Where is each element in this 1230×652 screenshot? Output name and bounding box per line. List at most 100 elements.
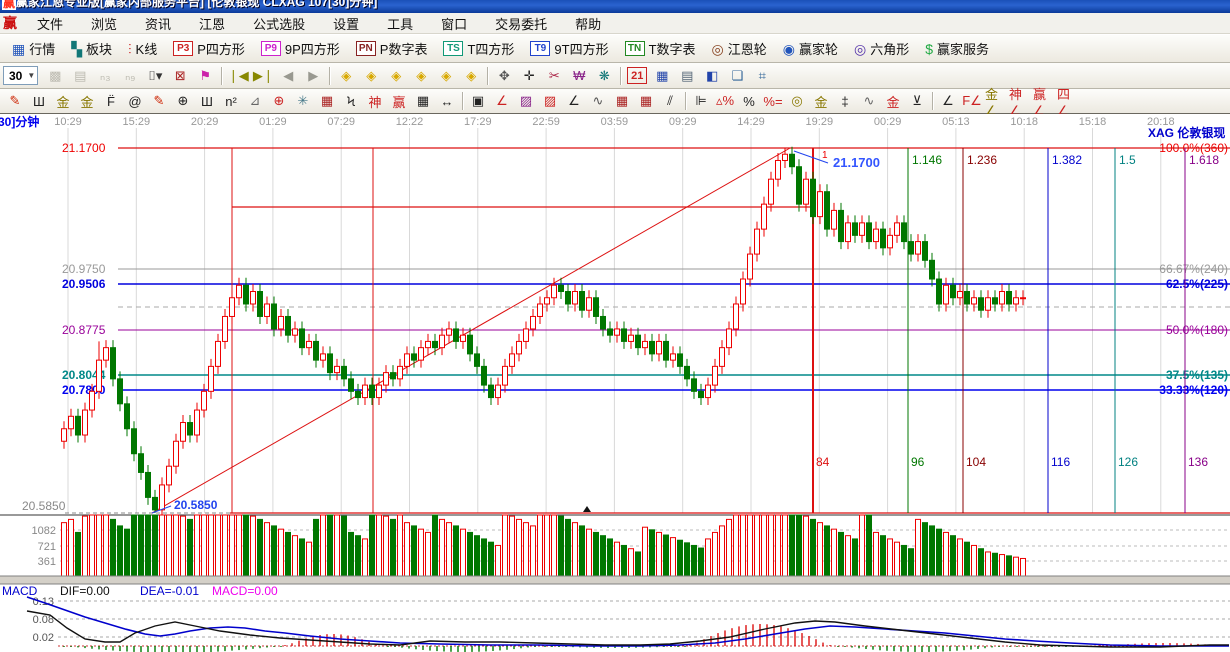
fan-box-icon[interactable]: ▨: [514, 91, 538, 112]
ruler123-icon[interactable]: ▦: [411, 91, 435, 112]
next-bar-icon[interactable]: ▶: [301, 65, 325, 86]
gold-line-icon[interactable]: 金: [809, 91, 833, 112]
shen-angle-icon[interactable]: 神∠: [1008, 91, 1032, 112]
sectors-button[interactable]: ▚板块: [63, 36, 120, 61]
dense-grid1-icon[interactable]: ▦: [610, 91, 634, 112]
price-chart-svg[interactable]: 10:2915:2920:2901:2907:2912:2217:2922:59…: [0, 114, 1230, 652]
bars3-icon[interactable]: ₙ₃: [93, 65, 117, 86]
angle-mirror-icon[interactable]: ⊿: [243, 91, 267, 112]
ying-comb-icon[interactable]: 赢: [387, 91, 411, 112]
f-angle-icon[interactable]: F∠: [960, 91, 984, 112]
menu-item-gann[interactable]: 江恩: [185, 12, 239, 35]
menu-item-window[interactable]: 窗口: [427, 12, 481, 35]
menu-item-browse[interactable]: 浏览: [77, 12, 131, 35]
crosshair-icon[interactable]: ✛: [517, 65, 541, 86]
star-burst-icon[interactable]: ✳: [291, 91, 315, 112]
scissors-icon[interactable]: ✂: [542, 65, 566, 86]
report-icon[interactable]: ▤: [68, 65, 92, 86]
prev-bar-icon[interactable]: ◀: [276, 65, 300, 86]
wave-channel-icon[interactable]: ∿: [857, 91, 881, 112]
kline-button[interactable]: ⫶K线: [120, 36, 165, 61]
bars9-icon[interactable]: ₙ₉: [118, 65, 142, 86]
menu-item-news[interactable]: 资讯: [131, 12, 185, 35]
first-bar-icon[interactable]: ❘◀: [226, 65, 250, 86]
parallel-lines-icon[interactable]: ⫽: [658, 91, 682, 112]
scale-ruler-icon[interactable]: ⊫: [689, 91, 713, 112]
quotes-button[interactable]: ▦行情: [4, 36, 63, 61]
calendar-icon[interactable]: 21: [627, 67, 647, 84]
gold-angle-icon[interactable]: 金∠: [984, 91, 1008, 112]
si-angle-icon[interactable]: 四∠: [1056, 91, 1080, 112]
percent-slash-icon[interactable]: ▵%: [713, 91, 737, 112]
gann-target-icon[interactable]: ⊕: [267, 91, 291, 112]
cycle-circle-icon[interactable]: ⊕: [171, 91, 195, 112]
menu-item-settings[interactable]: 设置: [319, 12, 373, 35]
t9-square-button[interactable]: T99T四方形: [522, 36, 616, 61]
menu-item-stock-picker[interactable]: 公式选股: [239, 12, 319, 35]
computer-icon[interactable]: ⌗: [750, 65, 774, 86]
brain-tool-icon[interactable]: ❋: [592, 65, 616, 86]
color-flag-icon[interactable]: ⚑: [193, 65, 217, 86]
send-web-icon[interactable]: ❏: [725, 65, 749, 86]
gold-comb1-icon[interactable]: 金: [51, 91, 75, 112]
zigzag-icon[interactable]: ∿: [586, 91, 610, 112]
zoom-right-icon[interactable]: ◈: [359, 65, 383, 86]
t-square-button[interactable]: TST四方形: [435, 36, 522, 61]
winner-wheel-button[interactable]: ◉赢家轮: [775, 36, 846, 61]
fan-grid-icon[interactable]: ▨: [538, 91, 562, 112]
formula-restore-icon[interactable]: ⊠: [168, 65, 192, 86]
percent-icon[interactable]: %: [737, 91, 761, 112]
p-square-button[interactable]: P3P四方形: [165, 36, 253, 61]
box-select-icon[interactable]: ▣: [466, 91, 490, 112]
last-bar-icon[interactable]: ▶❘: [251, 65, 275, 86]
menu-item-trade-order[interactable]: 交易委托: [481, 12, 561, 35]
gann-comb-icon[interactable]: Ш: [27, 91, 51, 112]
hand-tool-icon[interactable]: ✥: [492, 65, 516, 86]
menu-item-help[interactable]: 帮助: [561, 12, 615, 35]
expand-icon[interactable]: ◈: [434, 65, 458, 86]
gold-underline-icon[interactable]: 金: [881, 91, 905, 112]
angle-set-icon[interactable]: ∠: [562, 91, 586, 112]
zoom-in-icon[interactable]: ◈: [384, 65, 408, 86]
t-number-table-button[interactable]: TNT数字表: [617, 36, 704, 61]
period-select[interactable]: 30 ▼: [3, 66, 38, 85]
gold-circle-icon[interactable]: ◎: [785, 91, 809, 112]
shen-comb-icon[interactable]: 神: [363, 91, 387, 112]
chart-area[interactable]: 10:2915:2920:2901:2907:2912:2217:2922:59…: [0, 114, 1230, 652]
zoom-out-icon[interactable]: ◈: [409, 65, 433, 86]
dense-grid2-icon[interactable]: ▦: [634, 91, 658, 112]
grid-burst-icon[interactable]: ▦: [315, 91, 339, 112]
menu-item-tools[interactable]: 工具: [373, 12, 427, 35]
winner-service-button[interactable]: $赢家服务: [917, 36, 997, 61]
calculator-icon[interactable]: ▦: [650, 65, 674, 86]
gann-net-icon[interactable]: ₩: [567, 65, 591, 86]
compress-icon[interactable]: ◈: [459, 65, 483, 86]
spiral-icon[interactable]: @: [123, 91, 147, 112]
hexagon-button[interactable]: ◎六角形: [846, 36, 917, 61]
pen-tool-icon[interactable]: ✎: [3, 91, 27, 112]
candle-style-icon[interactable]: ⌷▾: [143, 65, 167, 86]
j-angle-icon[interactable]: ⊻: [905, 91, 929, 112]
pane-separator[interactable]: [0, 576, 1230, 584]
pen-flag-icon[interactable]: ‡: [833, 91, 857, 112]
save-icon[interactable]: ◧: [700, 65, 724, 86]
n2-grid-icon[interactable]: n²: [219, 91, 243, 112]
p-number-table-button[interactable]: PNP数字表: [348, 36, 436, 61]
gann-wheel-button[interactable]: ◎江恩轮: [704, 36, 775, 61]
candle: [951, 285, 956, 297]
gold-comb2-icon[interactable]: 金: [75, 91, 99, 112]
small-comb-icon[interactable]: Ш: [195, 91, 219, 112]
fan-lines-icon[interactable]: ∠: [490, 91, 514, 112]
k-note-icon[interactable]: Ϟ: [339, 91, 363, 112]
menu-item-file[interactable]: 文件: [23, 12, 77, 35]
pen-measure-icon[interactable]: ✎: [147, 91, 171, 112]
percent-line-icon[interactable]: %=: [761, 91, 785, 112]
span-arrow-icon[interactable]: ↔: [435, 91, 459, 112]
f-comb-icon[interactable]: F̈: [99, 91, 123, 112]
ying-angle-icon[interactable]: 赢∠: [1032, 91, 1056, 112]
p9-square-button[interactable]: P99P四方形: [253, 36, 348, 61]
angle-plain-icon[interactable]: ∠: [936, 91, 960, 112]
zoom-left-icon[interactable]: ◈: [334, 65, 358, 86]
pattern-icon[interactable]: ▩: [43, 65, 67, 86]
notepad-icon[interactable]: ▤: [675, 65, 699, 86]
